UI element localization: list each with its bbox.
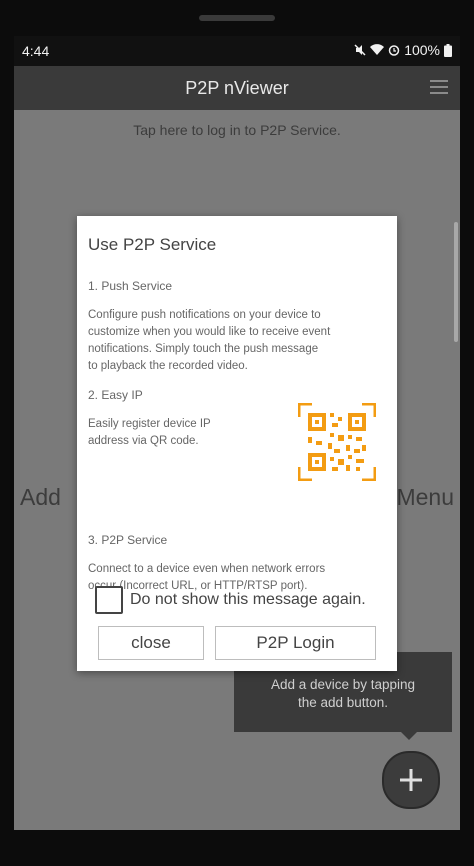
section-line: to playback the recorded video. (88, 360, 248, 372)
app-bar: P2P nViewer (14, 66, 460, 110)
app-screen: 4:44 100% P2P nViewer Tap here to log in… (14, 36, 460, 830)
mute-icon (354, 44, 366, 56)
tooltip-line: Add a device by tapping (270, 677, 416, 692)
phone-speaker (199, 15, 275, 21)
p2p-login-banner[interactable]: Tap here to log in to P2P Service. (14, 110, 460, 150)
status-time: 4:44 (22, 43, 50, 59)
wifi-icon (370, 44, 385, 55)
use-p2p-service-dialog: Use P2P Service 1. Push Service Configur… (77, 216, 397, 671)
battery-icon (444, 43, 452, 57)
alarm-icon (388, 45, 400, 56)
section-line: address via QR code. (88, 435, 199, 447)
dialog-title: Use P2P Service (88, 235, 217, 254)
tooltip-arrow (401, 732, 417, 740)
battery-percent: 100% (404, 42, 440, 58)
plus-icon (400, 769, 422, 791)
do-not-show-label[interactable]: Do not show this message again. (130, 591, 366, 609)
section-line: Connect to a device even when network er… (88, 563, 326, 575)
close-button[interactable]: close (98, 626, 204, 660)
section-body-p2p-service: Connect to a device even when network er… (88, 561, 325, 595)
app-title: P2P nViewer (185, 78, 289, 98)
background-menu-text: Menu (396, 484, 454, 510)
section-line: customize when you would like to receive… (88, 326, 331, 338)
qr-code-icon (298, 403, 376, 481)
add-device-button[interactable] (382, 751, 440, 809)
status-icons: 100% (354, 42, 452, 58)
tooltip-text: Add a device by tapping the add button. (242, 676, 444, 712)
section-heading-push-service: 1. Push Service (88, 279, 173, 293)
section-body-easy-ip: Easily register device IP address via QR… (88, 416, 211, 450)
section-line: notifications. Simply touch the push mes… (88, 343, 319, 355)
section-heading-easy-ip: 2. Easy IP (88, 388, 143, 402)
section-heading-p2p-service: 3. P2P Service (88, 533, 168, 547)
section-line: Easily register device IP (88, 418, 211, 430)
section-body-push-service: Configure push notifications on your dev… (88, 307, 330, 375)
hamburger-menu-icon[interactable] (430, 79, 448, 95)
p2p-login-button[interactable]: P2P Login (215, 626, 376, 660)
background-add-text: Add (20, 484, 61, 510)
tooltip-line: the add button. (297, 695, 389, 710)
status-bar: 4:44 100% (14, 36, 460, 66)
do-not-show-checkbox[interactable] (95, 586, 123, 614)
section-line: Configure push notifications on your dev… (88, 309, 321, 321)
scrollbar[interactable] (454, 222, 458, 342)
